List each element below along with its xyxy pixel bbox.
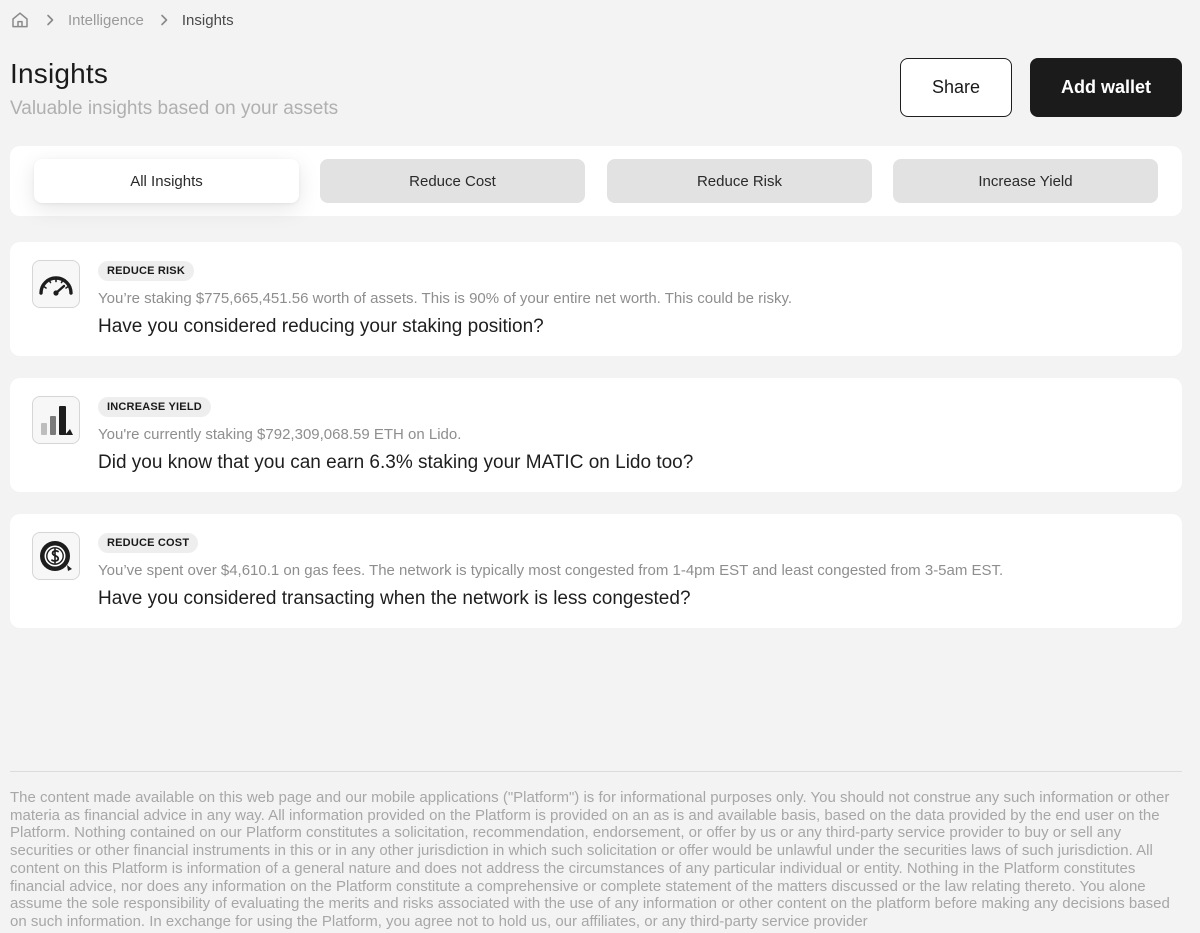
insight-question: Did you know that you can earn 6.3% stak… <box>98 452 694 473</box>
category-badge: INCREASE YIELD <box>98 397 211 417</box>
insight-filter-tabs: All Insights Reduce Cost Reduce Risk Inc… <box>10 146 1182 216</box>
tab-reduce-risk[interactable]: Reduce Risk <box>607 159 872 203</box>
breadcrumb: Intelligence Insights <box>10 9 234 31</box>
category-badge: REDUCE RISK <box>98 261 194 281</box>
insight-card-reduce-cost[interactable]: REDUCE COST You’ve spent over $4,610.1 o… <box>10 514 1182 628</box>
insight-question: Have you considered reducing your stakin… <box>98 316 544 337</box>
speedometer-icon <box>32 260 80 308</box>
insight-card-reduce-risk[interactable]: REDUCE RISK You’re staking $775,665,451.… <box>10 242 1182 356</box>
add-wallet-button[interactable]: Add wallet <box>1030 58 1182 117</box>
insight-card-increase-yield[interactable]: INCREASE YIELD You're currently staking … <box>10 378 1182 492</box>
insights-page: Intelligence Insights Insights Valuable … <box>0 0 1200 933</box>
breadcrumb-item-insights: Insights <box>181 11 234 29</box>
share-button[interactable]: Share <box>900 58 1012 117</box>
breadcrumb-item-intelligence[interactable]: Intelligence <box>68 12 144 29</box>
insight-description: You’ve spent over $4,610.1 on gas fees. … <box>98 562 1004 579</box>
chevron-right-icon <box>44 14 56 26</box>
chevron-right-icon <box>158 14 170 26</box>
insight-description: You’re staking $775,665,451.56 worth of … <box>98 290 792 307</box>
legal-disclaimer: The content made available on this web p… <box>10 789 1170 930</box>
page-subtitle: Valuable insights based on your assets <box>10 98 339 119</box>
footer-divider <box>10 771 1182 772</box>
category-badge: REDUCE COST <box>98 533 199 553</box>
gas-coin-icon <box>32 532 80 580</box>
insight-question: Have you considered transacting when the… <box>98 588 691 609</box>
tab-reduce-cost[interactable]: Reduce Cost <box>320 159 585 203</box>
home-icon[interactable] <box>10 10 30 30</box>
tab-all-insights[interactable]: All Insights <box>34 159 299 203</box>
bar-chart-icon <box>32 396 80 444</box>
insight-description: You're currently staking $792,309,068.59… <box>98 426 462 443</box>
tab-increase-yield[interactable]: Increase Yield <box>893 159 1158 203</box>
page-title: Insights <box>10 58 109 89</box>
